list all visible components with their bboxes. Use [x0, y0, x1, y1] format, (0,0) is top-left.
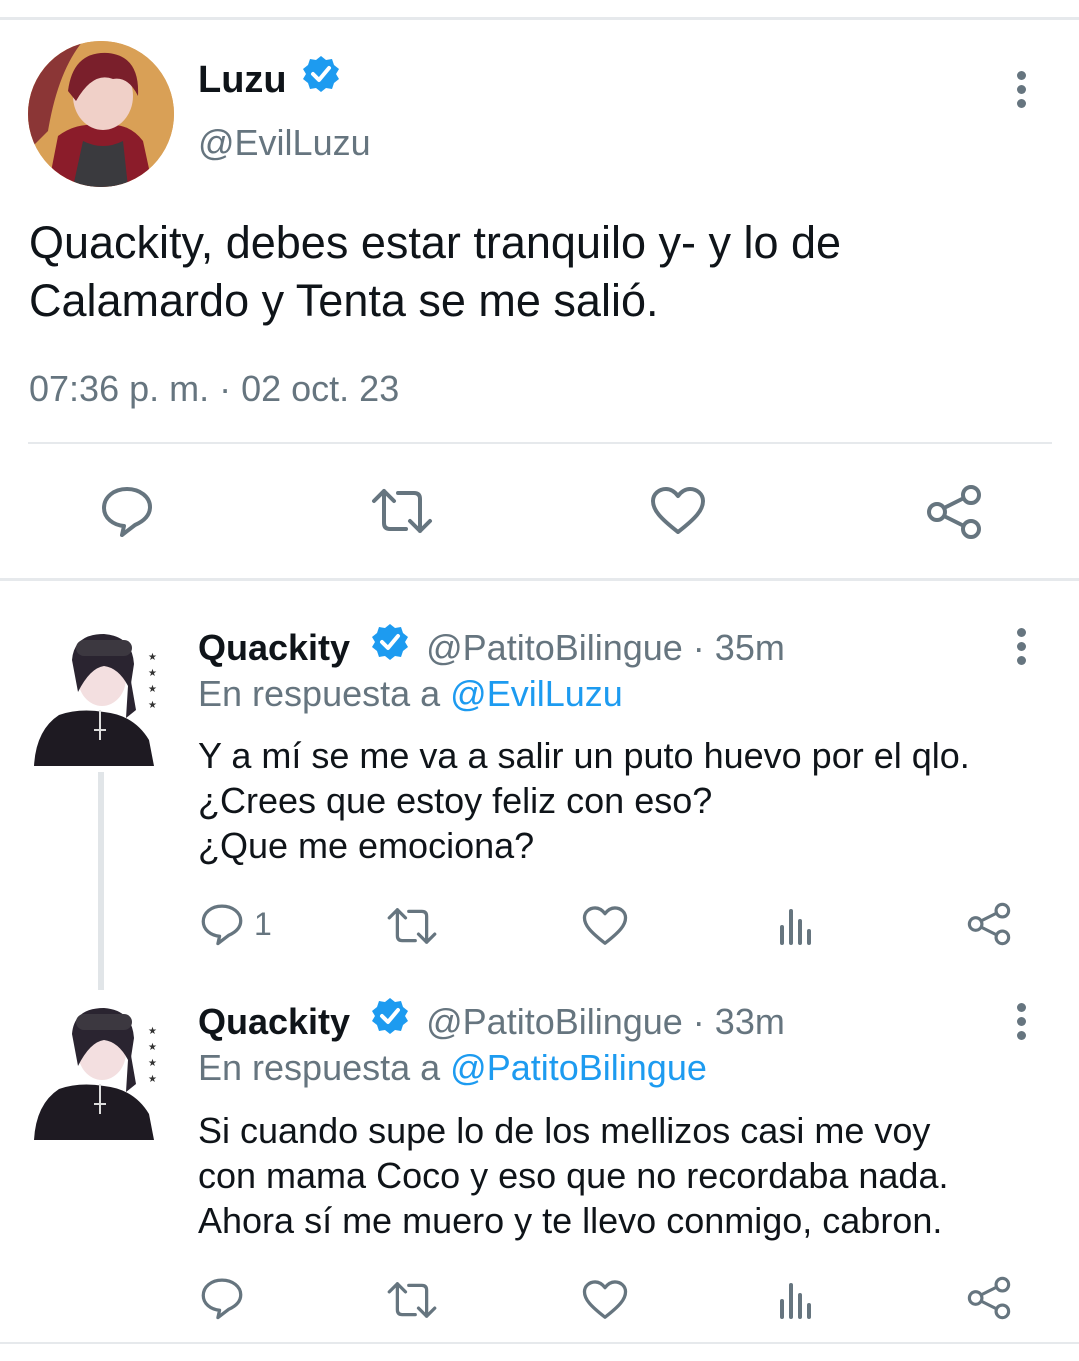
- analytics-button[interactable]: [777, 1279, 817, 1319]
- like-button[interactable]: [650, 486, 706, 536]
- reply-text-line: con mama Coco y eso que no recordaba nad…: [198, 1155, 949, 1196]
- verified-badge-icon: [301, 54, 341, 104]
- share-icon: [967, 902, 1011, 946]
- top-divider: [0, 17, 1079, 20]
- svg-text:★: ★: [148, 668, 157, 679]
- more-options-icon[interactable]: [1014, 1003, 1028, 1045]
- more-options-icon[interactable]: [1014, 71, 1028, 113]
- share-button[interactable]: [925, 484, 983, 540]
- retweet-button[interactable]: [386, 906, 438, 946]
- share-icon: [927, 485, 981, 539]
- reply-prefix: En respuesta a: [198, 1047, 441, 1088]
- verified-badge-icon: [370, 622, 410, 672]
- avatar-quackity-image: ★ ★ ★ ★: [34, 1008, 157, 1140]
- retweet-icon: [387, 1282, 437, 1318]
- author-name[interactable]: Luzu: [198, 59, 287, 101]
- author-handle[interactable]: @EvilLuzu: [198, 122, 371, 164]
- retweet-icon: [387, 908, 437, 944]
- reply-icon: [102, 487, 152, 537]
- svg-text:★: ★: [148, 684, 157, 695]
- author-name[interactable]: Quackity: [198, 627, 350, 668]
- reply-context: En respuesta a @EvilLuzu: [198, 672, 623, 716]
- like-icon: [651, 487, 705, 534]
- reply-text-line: ¿Que me emociona?: [198, 825, 535, 866]
- like-icon: [582, 906, 628, 945]
- reply-icon: [201, 904, 243, 946]
- analytics-icon: [780, 909, 811, 945]
- section-divider: [0, 578, 1079, 581]
- reply-header: Quackity @PatitoBilingue · 35m: [198, 624, 785, 672]
- reply-to-link[interactable]: @PatitoBilingue: [450, 1047, 707, 1088]
- reply-button[interactable]: 1: [200, 902, 272, 946]
- svg-text:★: ★: [148, 1026, 157, 1037]
- actions-divider: [28, 442, 1052, 444]
- svg-text:★: ★: [148, 700, 157, 711]
- avatar-quackity-image: ★ ★ ★ ★: [34, 634, 157, 766]
- like-button[interactable]: [582, 1279, 628, 1321]
- reply-text-line: Si cuando supe lo de los mellizos casi m…: [198, 1110, 931, 1151]
- like-icon: [582, 1280, 628, 1319]
- svg-text:★: ★: [148, 1042, 157, 1053]
- retweet-button[interactable]: [370, 487, 434, 535]
- analytics-button[interactable]: [777, 905, 817, 945]
- verified-badge-icon: [370, 996, 410, 1046]
- reply-count: 1: [254, 905, 272, 942]
- avatar[interactable]: [28, 41, 174, 187]
- reply-button[interactable]: [200, 1276, 244, 1320]
- like-button[interactable]: [582, 905, 628, 947]
- author-row: Luzu: [198, 55, 341, 104]
- thread-line: [98, 772, 104, 990]
- share-button[interactable]: [966, 902, 1012, 946]
- author-handle-time[interactable]: @PatitoBilingue · 33m: [426, 1001, 785, 1042]
- share-icon: [967, 1276, 1011, 1320]
- tweet-text-line: Quackity, debes estar tranquilo y- y lo …: [29, 217, 842, 268]
- reply-context: En respuesta a @PatitoBilingue: [198, 1046, 707, 1090]
- svg-text:★: ★: [148, 652, 157, 663]
- author-handle-time[interactable]: @PatitoBilingue · 35m: [426, 627, 785, 668]
- avatar[interactable]: ★ ★ ★ ★: [34, 630, 164, 766]
- tweet-text: Quackity, debes estar tranquilo y- y lo …: [29, 214, 1059, 330]
- analytics-icon: [780, 1283, 811, 1319]
- bottom-divider: [0, 1342, 1079, 1344]
- reply-text-line: Y a mí se me va a salir un puto huevo po…: [198, 735, 970, 776]
- tweet-text-line: Calamardo y Tenta se me salió.: [29, 275, 659, 326]
- avatar-luzu-image: [28, 41, 174, 187]
- svg-text:★: ★: [148, 1058, 157, 1069]
- reply-text: Si cuando supe lo de los mellizos casi m…: [198, 1108, 948, 1243]
- reply-icon: [201, 1278, 243, 1320]
- reply-text: Y a mí se me va a salir un puto huevo po…: [198, 733, 970, 868]
- svg-text:★: ★: [148, 1074, 157, 1085]
- retweet-icon: [372, 489, 432, 533]
- author-name[interactable]: Quackity: [198, 1001, 350, 1042]
- share-button[interactable]: [966, 1276, 1012, 1320]
- reply-button[interactable]: [100, 484, 154, 538]
- more-options-icon[interactable]: [1014, 628, 1028, 670]
- reply-text-line: Ahora sí me muero y te llevo conmigo, ca…: [198, 1200, 943, 1241]
- reply-header: Quackity @PatitoBilingue · 33m: [198, 998, 785, 1046]
- tweet-timestamp: 07:36 p. m. · 02 oct. 23: [29, 368, 400, 409]
- reply-to-link[interactable]: @EvilLuzu: [450, 673, 623, 714]
- reply-text-line: ¿Crees que estoy feliz con eso?: [198, 780, 713, 821]
- avatar[interactable]: ★ ★ ★ ★: [34, 1004, 164, 1140]
- reply-prefix: En respuesta a: [198, 673, 441, 714]
- retweet-button[interactable]: [386, 1280, 438, 1320]
